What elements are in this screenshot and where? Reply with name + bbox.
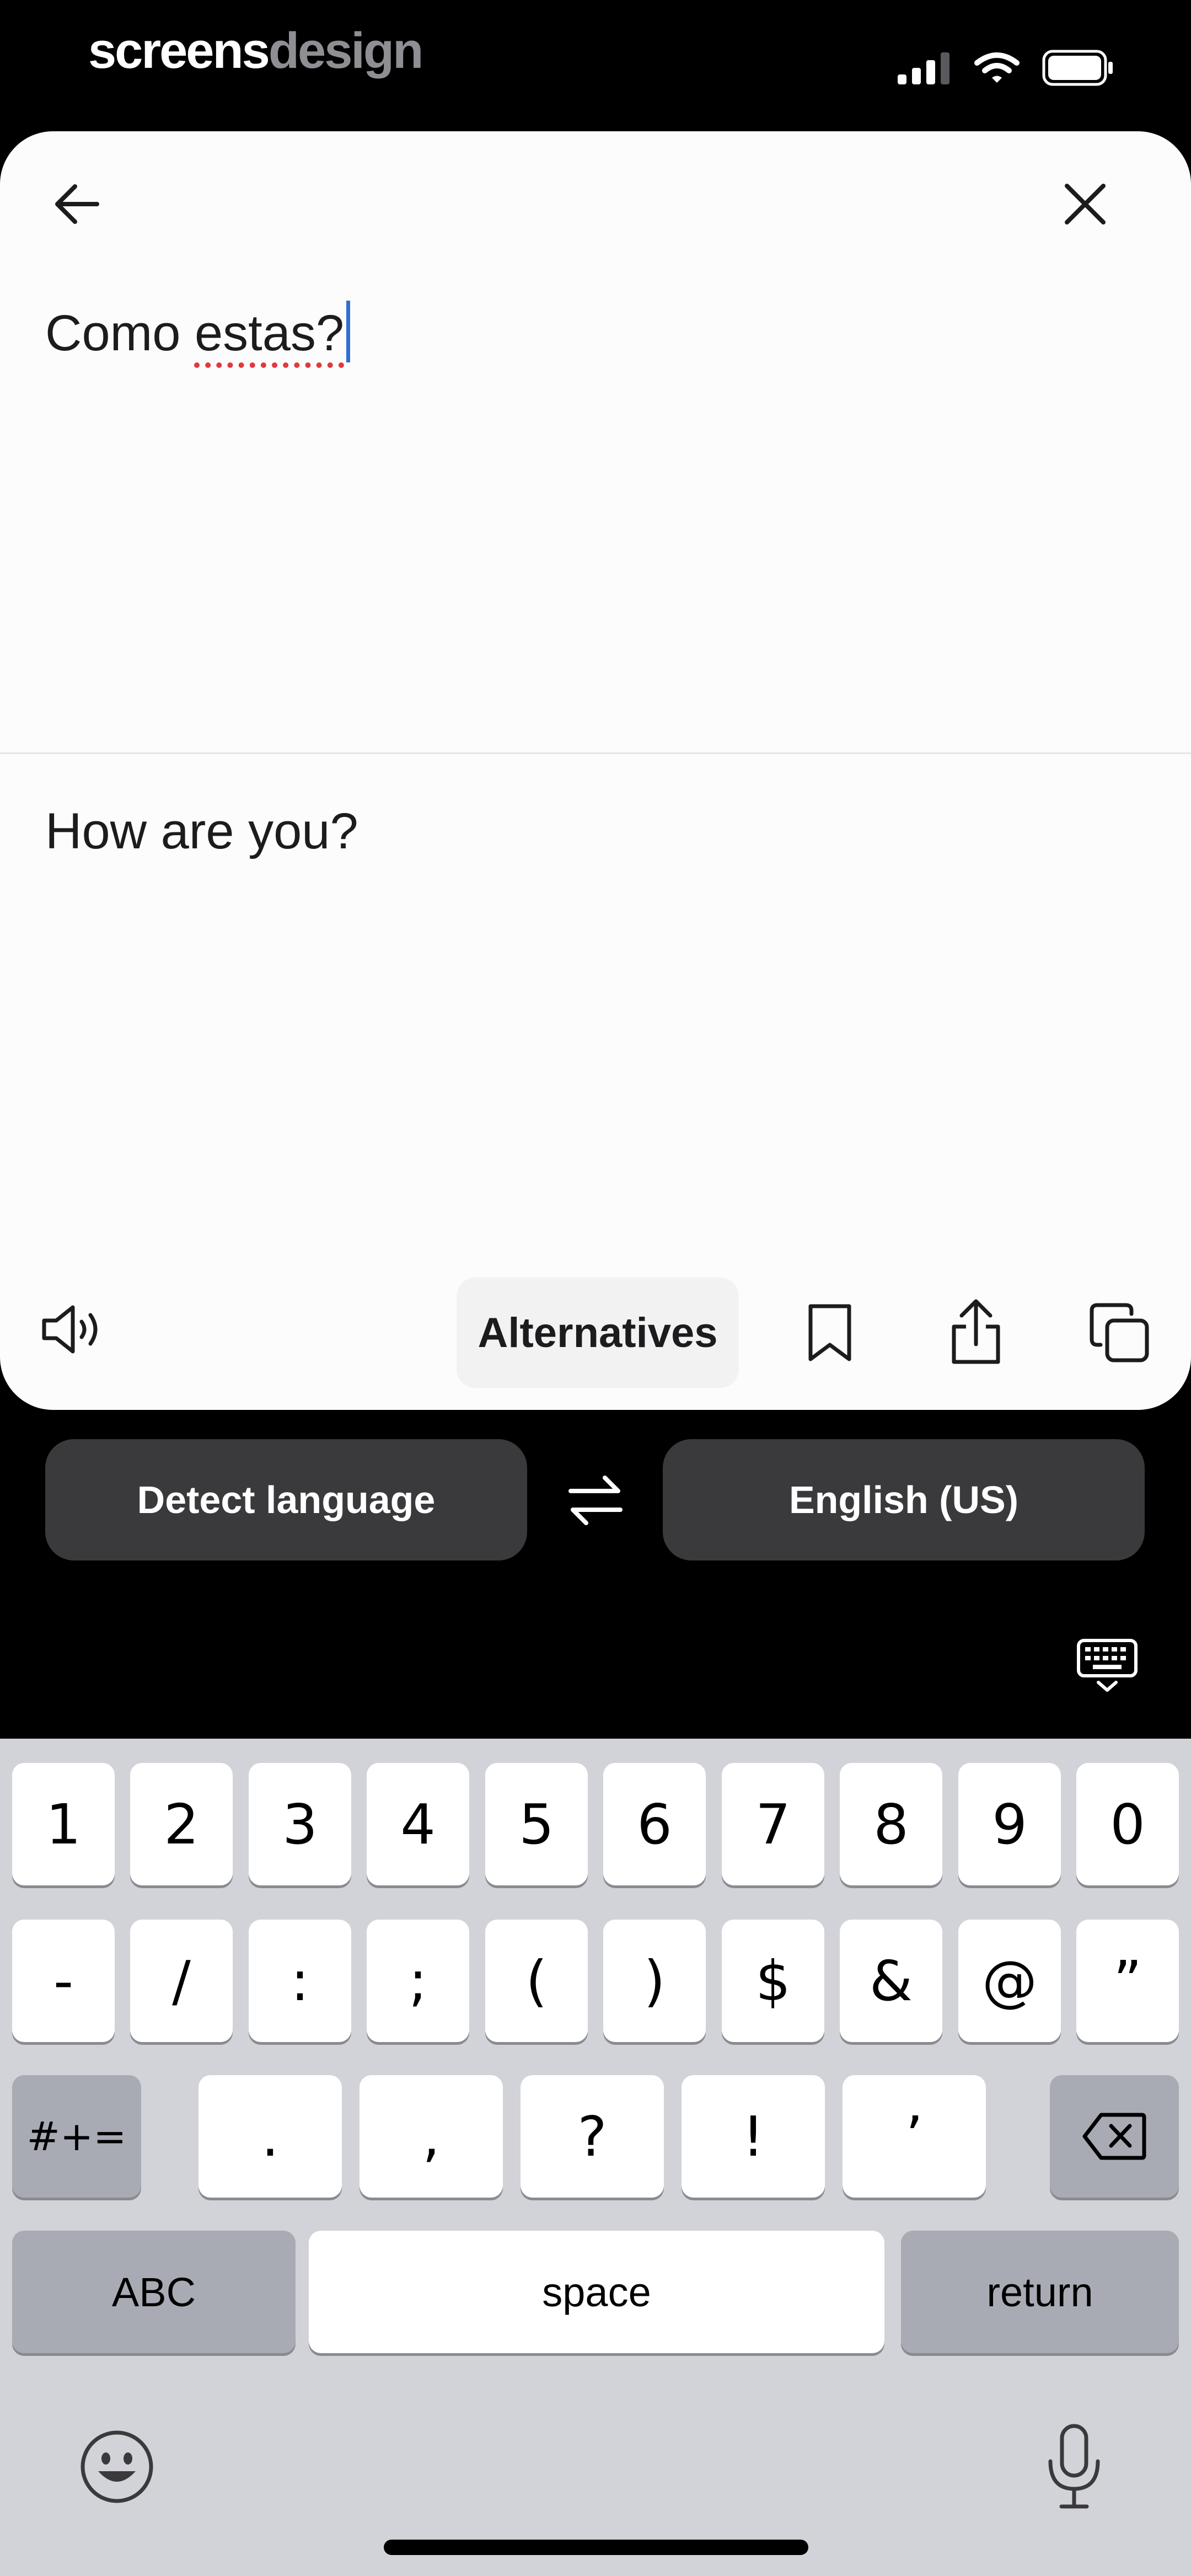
translated-text: How are you?	[45, 803, 358, 859]
status-bar-icons	[897, 49, 1114, 87]
backspace-icon	[1082, 2113, 1146, 2160]
wifi-icon	[974, 52, 1020, 83]
microphone-icon	[1048, 2424, 1100, 2509]
home-indicator	[384, 2540, 808, 2555]
key-more-symbols[interactable]: #+=	[12, 2075, 141, 2198]
key-hyphen[interactable]: -	[12, 1920, 115, 2042]
key-0[interactable]: 0	[1076, 1763, 1179, 1885]
key-3[interactable]: 3	[249, 1763, 351, 1885]
hide-keyboard-button[interactable]	[1069, 1633, 1146, 1699]
close-icon	[1065, 184, 1106, 225]
brand-text-secondary: design	[268, 23, 423, 79]
bookmark-icon	[808, 1304, 851, 1361]
brand-logo: screensdesign	[88, 22, 423, 80]
key-dollar[interactable]: $	[722, 1920, 824, 2042]
key-at[interactable]: @	[958, 1920, 1061, 2042]
copy-icon	[1090, 1303, 1149, 1362]
swap-languages-button[interactable]	[557, 1462, 634, 1539]
share-button[interactable]	[937, 1291, 1015, 1373]
emoji-icon	[81, 2430, 153, 2503]
speaker-icon	[42, 1305, 98, 1354]
arrow-left-icon	[55, 184, 99, 224]
source-text-plain: Como	[45, 305, 195, 361]
key-abc[interactable]: ABC	[12, 2231, 296, 2353]
speak-button[interactable]	[33, 1291, 110, 1368]
emoji-button[interactable]	[73, 2423, 161, 2511]
key-5[interactable]: 5	[485, 1763, 588, 1885]
key-period[interactable]: .	[198, 2075, 342, 2198]
key-comma[interactable]: ,	[360, 2075, 503, 2198]
key-return[interactable]: return	[901, 2231, 1179, 2353]
keyboard-hide-icon	[1077, 1639, 1138, 1692]
copy-button[interactable]	[1081, 1294, 1158, 1371]
key-slash[interactable]: /	[130, 1920, 233, 2042]
swap-arrows-icon	[568, 1476, 623, 1525]
bookmark-button[interactable]	[794, 1294, 866, 1371]
alternatives-button[interactable]: Alternatives	[457, 1278, 739, 1388]
signal-icon	[898, 52, 949, 84]
dictation-button[interactable]	[1030, 2418, 1118, 2515]
key-apostrophe[interactable]: ’	[843, 2075, 986, 2198]
source-text-input[interactable]: Como estas?	[45, 301, 351, 362]
card-divider	[0, 752, 1191, 754]
key-quote[interactable]: ”	[1076, 1920, 1179, 2042]
key-exclamation[interactable]: !	[682, 2075, 825, 2198]
key-semicolon[interactable]: ;	[367, 1920, 469, 2042]
key-colon[interactable]: :	[249, 1920, 351, 2042]
delete-key[interactable]	[1050, 2075, 1179, 2198]
text-caret	[346, 301, 351, 362]
key-space[interactable]: space	[309, 2231, 884, 2353]
key-8[interactable]: 8	[840, 1763, 942, 1885]
misspelled-word: estas?	[194, 305, 345, 361]
share-icon	[952, 1299, 1000, 1364]
brand-text-primary: screens	[88, 23, 270, 79]
target-language-button[interactable]: English (US)	[663, 1439, 1145, 1560]
key-2[interactable]: 2	[130, 1763, 233, 1885]
battery-icon	[1042, 50, 1113, 86]
key-6[interactable]: 6	[603, 1763, 706, 1885]
key-7[interactable]: 7	[722, 1763, 824, 1885]
key-open-paren[interactable]: (	[485, 1920, 588, 2042]
close-button[interactable]	[1047, 165, 1124, 243]
key-ampersand[interactable]: &	[840, 1920, 942, 2042]
key-question[interactable]: ?	[521, 2075, 664, 2198]
key-9[interactable]: 9	[958, 1763, 1061, 1885]
back-button[interactable]	[39, 165, 116, 243]
key-1[interactable]: 1	[12, 1763, 115, 1885]
key-4[interactable]: 4	[367, 1763, 469, 1885]
keyboard: 1 2 3 4 5 6 7 8 9 0 - / : ; ( ) $ & @ ” …	[0, 1739, 1191, 2576]
source-language-button[interactable]: Detect language	[45, 1439, 527, 1560]
key-close-paren[interactable]: )	[603, 1920, 706, 2042]
